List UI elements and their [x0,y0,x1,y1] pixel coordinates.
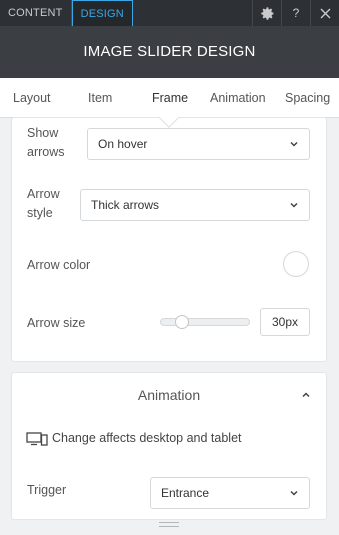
panel-title: IMAGE SLIDER DESIGN [0,26,339,78]
chevron-up-icon[interactable] [300,389,312,401]
gear-icon [260,6,273,20]
show-arrows-value: On hover [98,137,148,151]
tab-design[interactable]: DESIGN [71,0,133,26]
arrow-style-value: Thick arrows [91,198,160,212]
chevron-down-icon [290,202,298,208]
close-button[interactable] [310,0,339,26]
top-bar: CONTENT DESIGN ? [0,0,339,26]
arrow-size-slider-handle[interactable] [175,315,190,329]
trigger-value: Entrance [161,486,210,500]
arrow-style-label: Arrow style [27,187,60,220]
trigger-dropdown[interactable]: Entrance [150,477,310,509]
desktop-tablet-icon [26,432,48,446]
tab-spacing[interactable]: Spacing [285,91,330,105]
device-note: Change affects desktop and tablet [52,431,242,445]
arrow-color-label: Arrow color [27,258,91,272]
frame-settings-card: Show arrows On hover Arrow style Thick a… [12,118,326,361]
tab-layout[interactable]: Layout [13,91,51,105]
arrow-size-slider[interactable] [160,318,250,326]
arrow-color-swatch[interactable] [283,251,309,277]
arrow-style-dropdown[interactable]: Thick arrows [80,189,310,221]
tab-frame[interactable]: Frame [152,91,188,105]
tab-animation[interactable]: Animation [210,91,266,105]
chevron-down-icon [290,490,298,496]
arrow-size-input[interactable]: 30px [260,308,310,336]
show-arrows-dropdown[interactable]: On hover [87,128,310,160]
settings-button[interactable] [252,0,281,26]
chevron-down-icon [290,141,298,147]
close-icon [320,8,330,18]
tab-content[interactable]: CONTENT [0,0,72,26]
resize-grip-icon[interactable] [159,521,179,528]
animation-section-title[interactable]: Animation [12,387,326,403]
trigger-label: Trigger [27,483,67,497]
help-icon: ? [292,6,300,20]
tab-item[interactable]: Item [88,91,112,105]
animation-settings-card: Animation Change affects desktop and tab… [12,373,326,519]
show-arrows-label: Show arrows [27,126,65,159]
arrow-size-label: Arrow size [27,316,86,330]
help-button[interactable]: ? [281,0,310,26]
